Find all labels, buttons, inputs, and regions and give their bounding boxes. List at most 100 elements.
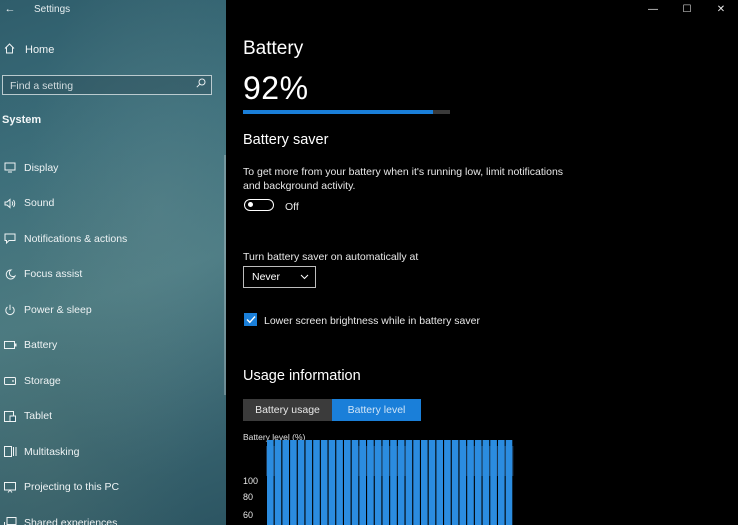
sidebar-item-label: Focus assist [24, 268, 83, 281]
y-tick-label: 80 [243, 492, 253, 502]
power-icon [2, 303, 18, 317]
chart-bar[interactable] [490, 440, 497, 525]
sidebar-item-label: Display [24, 161, 59, 174]
shared-icon [2, 516, 18, 525]
tab-battery-usage[interactable]: Battery usage [243, 399, 332, 421]
search-box[interactable] [2, 75, 212, 95]
battery-saver-description: To get more from your battery when it's … [243, 166, 564, 192]
battery-level-chart: ⚡⚡⚡1008060 [243, 440, 514, 525]
storage-icon [2, 374, 18, 388]
sidebar-item-label: Projecting to this PC [24, 481, 120, 494]
sidebar-item-display[interactable]: Display [0, 150, 226, 186]
sidebar-item-label: Battery [24, 339, 58, 352]
speaker-icon [2, 196, 18, 210]
sidebar-item-battery[interactable]: Battery [0, 328, 226, 364]
battery-saver-toggle[interactable] [244, 199, 274, 211]
sidebar-item-label: Tablet [24, 410, 53, 423]
chart-bar[interactable] [336, 440, 343, 525]
checkmark-icon [246, 316, 256, 324]
sidebar-item-projecting[interactable]: Projecting to this PC [0, 470, 226, 506]
sidebar-item-focus-assist[interactable]: Focus assist [0, 257, 226, 293]
chart-bar[interactable] [344, 440, 351, 525]
chart-bar[interactable] [467, 440, 474, 525]
usage-information-heading: Usage information [243, 368, 361, 384]
sidebar-item-multitasking[interactable]: Multitasking [0, 434, 226, 470]
battery-percentage: 92% [243, 70, 309, 106]
dropdown-value: Never [252, 271, 281, 283]
sidebar-item-label: Shared experiences [24, 516, 118, 525]
chart-bar[interactable] [428, 440, 436, 525]
chart-bar[interactable] [459, 440, 467, 525]
home-icon [4, 43, 18, 57]
battery-icon [2, 338, 18, 352]
home-link[interactable]: Home [4, 43, 54, 57]
chart-bar[interactable] [282, 440, 289, 525]
chart-bar[interactable] [451, 440, 459, 525]
main-content: Battery 92% Battery saver To get more fr… [243, 0, 723, 525]
search-icon[interactable] [196, 78, 206, 88]
chart-bar[interactable] [297, 440, 305, 525]
auto-saver-dropdown[interactable]: Never [243, 266, 316, 288]
auto-saver-label: Turn battery saver on automatically at [243, 251, 419, 263]
chart-bar[interactable] [498, 440, 505, 525]
tab-battery-level[interactable]: Battery level [332, 399, 421, 421]
search-input[interactable] [3, 77, 190, 95]
chart-bar[interactable] [444, 440, 451, 525]
sidebar-item-sound[interactable]: Sound [0, 186, 226, 222]
display-icon [2, 161, 18, 175]
sidebar-item-shared-experiences[interactable]: Shared experiences [0, 505, 226, 525]
chart-bar[interactable] [474, 440, 482, 525]
chart-bar[interactable] [351, 440, 359, 525]
chart-bar[interactable] [436, 440, 443, 525]
sidebar-scrollbar[interactable] [224, 155, 226, 395]
chart-bar[interactable] [397, 440, 405, 525]
chart-bar[interactable] [374, 440, 382, 525]
chart-bar[interactable] [274, 440, 282, 525]
chart-bar[interactable] [313, 440, 320, 525]
notification-icon [2, 232, 18, 246]
sidebar-item-storage[interactable]: Storage [0, 363, 226, 399]
chart-bar[interactable] [390, 440, 397, 525]
section-title: System [2, 114, 42, 126]
chart-bar[interactable] [505, 440, 513, 525]
chart-bar[interactable] [267, 440, 274, 525]
sidebar-item-notifications[interactable]: Notifications & actions [0, 221, 226, 257]
lower-brightness-label: Lower screen brightness while in battery… [264, 315, 480, 327]
moon-icon [2, 267, 18, 281]
battery-level-bar [243, 110, 450, 114]
sidebar-item-label: Sound [24, 197, 55, 210]
chart-bar[interactable] [413, 440, 420, 525]
y-tick-label: 60 [243, 510, 253, 520]
sidebar-item-label: Power & sleep [24, 303, 92, 316]
chart-bar[interactable] [405, 440, 413, 525]
back-arrow-icon[interactable]: ← [0, 3, 20, 15]
sidebar-item-label: Multitasking [24, 445, 80, 458]
sidebar-item-label: Notifications & actions [24, 232, 128, 245]
title-bar: ← Settings [0, 0, 71, 18]
page-title: Battery [243, 38, 304, 59]
chart-bar[interactable] [382, 440, 390, 525]
lower-brightness-checkbox[interactable] [244, 313, 257, 326]
sidebar: ← Settings Home System Display Sound Not… [0, 0, 226, 525]
chart-bar[interactable] [421, 440, 428, 525]
multitasking-icon [2, 445, 18, 459]
chart-bar[interactable] [328, 440, 336, 525]
chart-bar[interactable] [290, 440, 297, 525]
home-label: Home [25, 44, 55, 56]
tablet-icon [2, 409, 18, 423]
toggle-knob [248, 202, 253, 207]
project-icon [2, 480, 18, 494]
chart-bar[interactable] [305, 440, 313, 525]
usage-tabs: Battery usage Battery level [243, 399, 421, 421]
chart-bar[interactable] [320, 440, 328, 525]
toggle-state-label: Off [285, 201, 299, 213]
app-title: Settings [34, 3, 71, 15]
sidebar-item-power-sleep[interactable]: Power & sleep [0, 292, 226, 328]
battery-saver-heading: Battery saver [243, 132, 329, 148]
chart-bar[interactable] [359, 440, 366, 525]
chart-bar[interactable] [367, 440, 374, 525]
chart-bar[interactable] [482, 440, 490, 525]
battery-level-fill [243, 110, 434, 114]
sidebar-item-tablet[interactable]: Tablet [0, 399, 226, 435]
sidebar-nav: Display Sound Notifications & actions Fo… [0, 150, 226, 525]
